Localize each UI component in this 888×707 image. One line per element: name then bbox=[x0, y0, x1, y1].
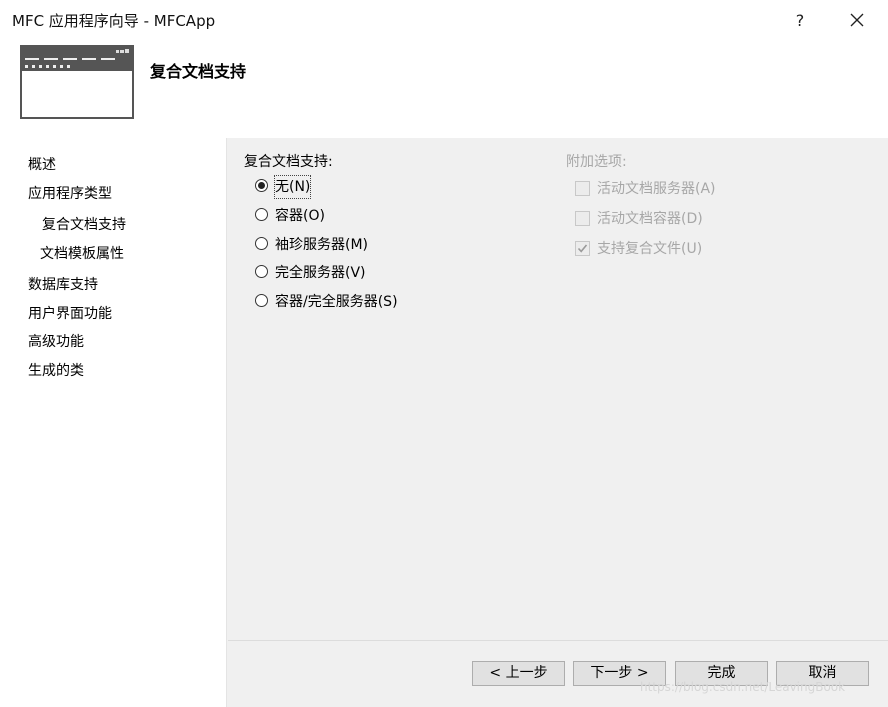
radio-label: 无(N) bbox=[273, 175, 312, 199]
sidebar-item-advanced[interactable]: 高级功能 bbox=[28, 331, 84, 351]
sidebar-item-generated-classes[interactable]: 生成的类 bbox=[28, 360, 84, 380]
close-button[interactable] bbox=[842, 7, 872, 33]
help-button[interactable]: ? bbox=[787, 9, 813, 33]
radio-container-full-server[interactable]: 容器/完全服务器(S) bbox=[255, 291, 455, 313]
checkbox-label: 活动文档容器(D) bbox=[597, 211, 703, 227]
checkbox[interactable] bbox=[575, 211, 590, 226]
radio-button[interactable] bbox=[255, 208, 268, 221]
compound-support-label: 复合文档支持: bbox=[244, 154, 333, 170]
radio-label: 容器/完全服务器(S) bbox=[275, 294, 398, 310]
window-icon bbox=[20, 45, 134, 119]
radio-button[interactable] bbox=[255, 294, 268, 307]
sidebar-item-app-type[interactable]: 应用程序类型 bbox=[28, 183, 112, 203]
radio-full-server[interactable]: 完全服务器(V) bbox=[255, 262, 415, 284]
radio-mini-server[interactable]: 袖珍服务器(M) bbox=[255, 234, 415, 256]
checkbox-compound-files[interactable]: 支持复合文件(U) bbox=[575, 238, 745, 260]
checkbox-active-doc-server[interactable]: 活动文档服务器(A) bbox=[575, 178, 745, 200]
watermark: https://blog.csdn.net/LeavingBook bbox=[640, 680, 846, 694]
radio-container[interactable]: 容器(O) bbox=[255, 205, 395, 227]
checkbox-label: 活动文档服务器(A) bbox=[597, 181, 716, 197]
sidebar-item-overview[interactable]: 概述 bbox=[28, 154, 56, 174]
sidebar-item-compound-doc[interactable]: 复合文档支持 bbox=[42, 214, 126, 234]
sidebar-item-doc-template[interactable]: 文档模板属性 bbox=[40, 243, 124, 263]
sidebar-item-ui-features[interactable]: 用户界面功能 bbox=[28, 303, 112, 323]
checkbox-active-doc-container[interactable]: 活动文档容器(D) bbox=[575, 208, 745, 230]
radio-button[interactable] bbox=[255, 237, 268, 250]
footer-divider bbox=[228, 640, 888, 641]
page-title: 复合文档支持 bbox=[150, 62, 247, 81]
radio-button[interactable] bbox=[255, 179, 268, 192]
extra-options-label: 附加选项: bbox=[566, 154, 627, 170]
checkbox[interactable] bbox=[575, 181, 590, 196]
sidebar-item-database[interactable]: 数据库支持 bbox=[28, 274, 98, 294]
radio-button[interactable] bbox=[255, 265, 268, 278]
back-button[interactable]: < 上一步 bbox=[472, 661, 565, 686]
window-title: MFC 应用程序向导 - MFCApp bbox=[12, 12, 216, 30]
radio-label: 袖珍服务器(M) bbox=[275, 237, 369, 253]
checkbox[interactable] bbox=[575, 241, 590, 256]
radio-label: 容器(O) bbox=[275, 208, 325, 224]
radio-label: 完全服务器(V) bbox=[275, 265, 366, 281]
close-icon bbox=[850, 13, 864, 27]
checkmark-icon bbox=[577, 244, 588, 253]
radio-none[interactable]: 无(N) bbox=[255, 175, 375, 199]
checkbox-label: 支持复合文件(U) bbox=[597, 241, 703, 257]
